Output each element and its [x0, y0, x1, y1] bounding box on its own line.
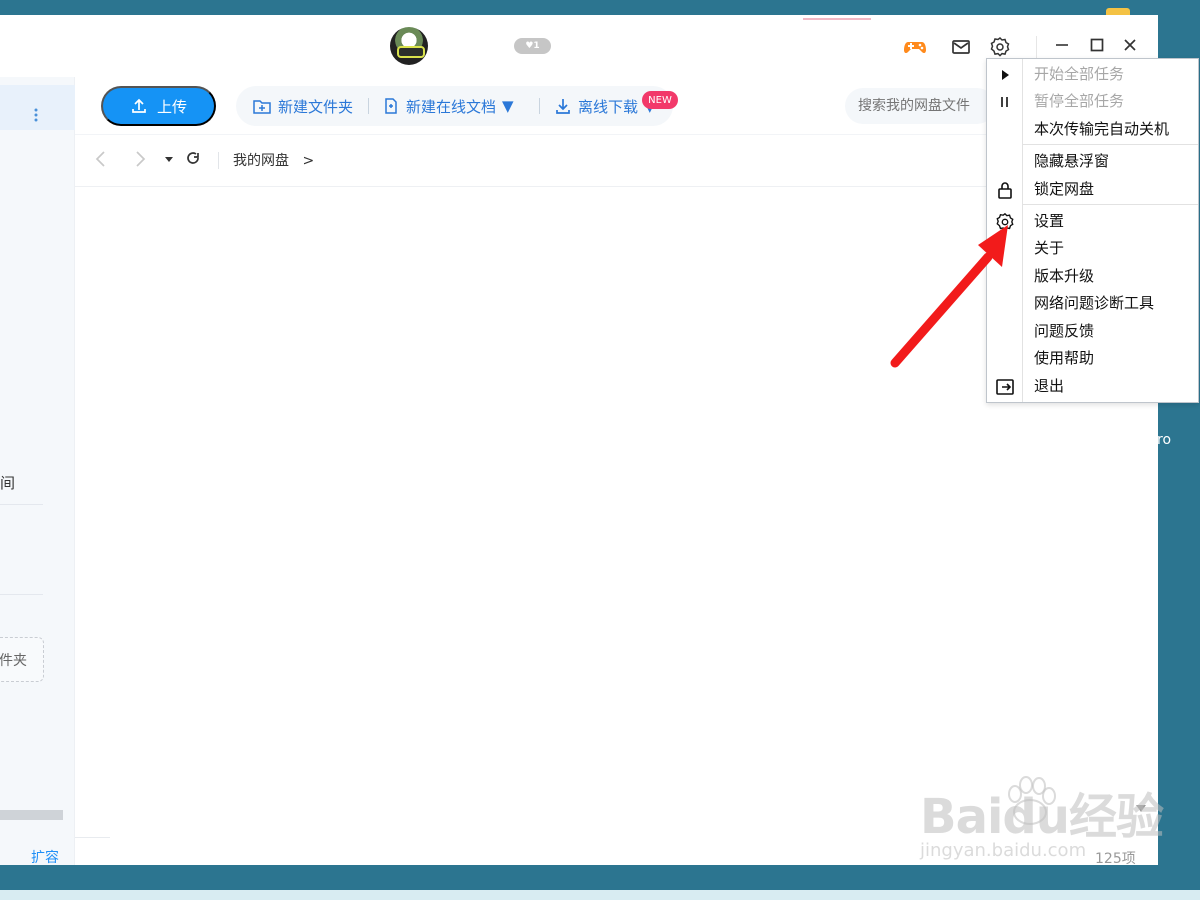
- history-dropdown-button[interactable]: [159, 149, 179, 169]
- chevron-down-icon: ▼: [502, 97, 514, 115]
- offline-download-label: 离线下载: [578, 97, 639, 116]
- breadcrumb[interactable]: 我的网盘 >: [233, 150, 314, 170]
- menu-item-help[interactable]: 使用帮助: [1034, 344, 1094, 371]
- close-icon: [1124, 39, 1136, 51]
- expand-storage-link[interactable]: 扩容: [31, 847, 59, 865]
- minimize-icon: [1056, 44, 1068, 46]
- more-vertical-icon: [34, 108, 38, 122]
- navigation-divider: [218, 152, 219, 169]
- titlebar-divider: [1036, 36, 1037, 58]
- menu-separator: [1023, 204, 1198, 205]
- pause-icon: [995, 92, 1015, 112]
- menu-item-lock-netdisk[interactable]: 锁定网盘: [1034, 175, 1094, 202]
- menu-item-feedback[interactable]: 问题反馈: [1034, 317, 1094, 344]
- sidebar-divider: [0, 504, 43, 505]
- baidu-experience-domain-watermark: jingyan.baidu.com: [920, 840, 1087, 861]
- sidebar-folder-button[interactable]: 件夹: [0, 637, 44, 682]
- footer-divider: [75, 837, 110, 838]
- menu-item-version-upgrade[interactable]: 版本升级: [1034, 262, 1094, 289]
- sidebar-selected-item[interactable]: [0, 85, 75, 130]
- breadcrumb-separator: >: [302, 153, 315, 169]
- storage-usage-bar: [0, 810, 63, 820]
- dropdown-icon: [165, 157, 173, 162]
- play-icon: [995, 65, 1015, 85]
- vip-level-text: 1: [533, 41, 540, 51]
- game-controller-icon[interactable]: [903, 35, 927, 59]
- forward-button[interactable]: [130, 149, 150, 169]
- file-search-input[interactable]: [845, 88, 995, 124]
- forward-arrow-icon: [136, 151, 146, 167]
- settings-gear-icon[interactable]: [988, 35, 1012, 59]
- desktop-partial-label: ro: [1157, 432, 1172, 448]
- offline-download-button[interactable]: 离线下载 ▼: [554, 86, 656, 126]
- menu-item-exit[interactable]: 退出: [1034, 372, 1064, 399]
- sidebar-partial-item[interactable]: 间: [0, 472, 15, 493]
- menu-item-pause-all-tasks[interactable]: 暂停全部任务: [1034, 87, 1124, 114]
- close-button[interactable]: [1118, 33, 1142, 57]
- baidu-experience-watermark: Baidu经验: [920, 789, 1164, 845]
- download-icon: [556, 99, 570, 114]
- menu-item-network-diagnostic-tool[interactable]: 网络问题诊断工具: [1034, 289, 1154, 316]
- toolbar-separator: [539, 98, 540, 114]
- maximize-icon: [1090, 38, 1104, 52]
- titlebar: ♥ 1: [0, 15, 1158, 77]
- new-folder-label: 新建文件夹: [278, 97, 354, 116]
- refresh-button[interactable]: [183, 149, 203, 169]
- maximize-button[interactable]: [1085, 33, 1109, 57]
- baidu-netdisk-window: ♥ 1 间 件夹 扩容 上传 新建文件夹 新建在线文档 ▼ 离线下载 NEW 搜…: [0, 15, 1158, 865]
- menu-item-start-all-tasks[interactable]: 开始全部任务: [1034, 60, 1124, 87]
- new-online-doc-label: 新建在线文档: [406, 97, 497, 116]
- vip-heart-icon: ♥: [525, 41, 534, 51]
- new-online-doc-button[interactable]: 新建在线文档 ▼: [382, 86, 514, 126]
- vip-level-badge[interactable]: ♥ 1: [514, 38, 551, 54]
- upload-button[interactable]: 上传: [101, 86, 216, 126]
- left-sidebar: 间 件夹 扩容: [0, 77, 75, 865]
- new-folder-button[interactable]: 新建文件夹: [252, 86, 353, 126]
- red-arrow-annotation: [890, 225, 1008, 368]
- item-count: 125项: [1095, 851, 1136, 865]
- user-avatar[interactable]: [390, 27, 428, 65]
- menu-item-auto-shutdown[interactable]: 本次传输完自动关机: [1034, 115, 1169, 142]
- titlebar-accent-line: [803, 18, 871, 20]
- mail-icon[interactable]: [949, 35, 973, 59]
- menu-separator: [1023, 144, 1198, 145]
- exit-icon: [995, 377, 1015, 397]
- back-arrow-icon: [95, 151, 105, 167]
- upload-icon: [132, 98, 146, 113]
- breadcrumb-root[interactable]: 我的网盘: [233, 153, 289, 169]
- online-doc-icon: [385, 98, 397, 114]
- desktop-taskbar-strip: [0, 890, 1200, 900]
- menu-item-hide-floating-window[interactable]: 隐藏悬浮窗: [1034, 147, 1109, 174]
- refresh-icon: [187, 152, 199, 164]
- new-feature-badge: NEW: [642, 91, 678, 109]
- new-folder-icon: [253, 100, 271, 114]
- menu-item-about[interactable]: 关于: [1034, 234, 1064, 261]
- menu-item-settings[interactable]: 设置: [1034, 207, 1064, 234]
- toolbar-separator: [368, 98, 369, 114]
- sidebar-divider: [0, 594, 43, 595]
- file-toolbar: 新建文件夹 新建在线文档 ▼ 离线下载 ▼ NEW: [236, 86, 678, 126]
- upload-label: 上传: [156, 98, 187, 116]
- back-button[interactable]: [91, 149, 111, 169]
- lock-icon: [995, 180, 1015, 200]
- minimize-button[interactable]: [1050, 33, 1074, 57]
